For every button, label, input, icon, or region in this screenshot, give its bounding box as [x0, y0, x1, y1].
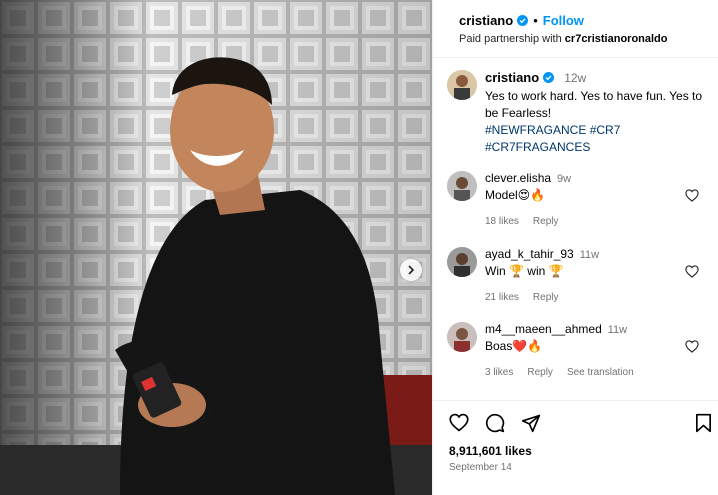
caption-text: Yes to work hard. Yes to have fun. Yes t… — [485, 89, 703, 120]
next-photo-button[interactable] — [400, 259, 422, 281]
reply-button[interactable]: Reply — [527, 367, 553, 378]
comment-time: 11w — [579, 249, 600, 261]
comment-item: ayad_k_tahir_93 11w Win 🏆 win 🏆 21 likes… — [447, 247, 713, 307]
comment-text: Model😍🔥 — [485, 188, 546, 202]
post-header: cristiano • Follow Paid partnership with… — [433, 0, 718, 58]
caption-body: cristiano 12w Yes to work hard. Yes to h… — [485, 70, 715, 156]
comment-header: m4__maeen__ahmed 11w — [485, 322, 695, 336]
caption-hashtags: #NEWFRAGANCE #CR7 #CR7FRAGANCES — [485, 122, 715, 156]
avatar-image — [447, 70, 477, 100]
heart-icon[interactable] — [685, 265, 699, 278]
heart-icon[interactable] — [685, 189, 699, 202]
avatar-image — [447, 247, 477, 277]
comment-likes[interactable]: 3 likes — [485, 367, 513, 378]
comment-time: 9w — [557, 173, 572, 185]
hashtag-newfragance[interactable]: #NEWFRAGANCE — [485, 123, 586, 137]
follow-button[interactable]: Follow — [543, 13, 584, 28]
comment-item: clever.elisha 9w Model😍🔥 18 likes Reply — [447, 171, 713, 231]
paid-partnership-label: Paid partnership with cr7cristianoronald… — [459, 33, 668, 45]
bookmark-icon[interactable] — [695, 413, 712, 433]
comment-username[interactable]: ayad_k_tahir_93 — [485, 247, 574, 261]
comment-text: Win 🏆 win 🏆 — [485, 264, 564, 278]
reply-button[interactable]: Reply — [533, 292, 559, 303]
photo-illustration — [0, 0, 432, 495]
post-image[interactable] — [0, 0, 432, 495]
caption-time: 12w — [564, 70, 587, 85]
like-count[interactable]: 8,911,601 likes — [449, 444, 532, 458]
partnership-prefix: Paid partnership with — [459, 33, 562, 45]
post-details-panel: cristiano • Follow Paid partnership with… — [432, 0, 718, 495]
caption-header: cristiano 12w — [485, 70, 715, 85]
comment-header: clever.elisha 9w — [485, 171, 695, 185]
comment-username[interactable]: m4__maeen__ahmed — [485, 322, 602, 336]
comment-body: m4__maeen__ahmed 11w Boas❤️🔥 3 likes Rep… — [485, 322, 695, 378]
comment-body: clever.elisha 9w Model😍🔥 18 likes Reply — [485, 171, 695, 227]
verified-badge-icon — [517, 15, 529, 26]
comment-icon[interactable] — [485, 413, 505, 433]
post-date: September 14 — [449, 462, 512, 473]
chevron-right-icon — [408, 265, 415, 275]
avatar[interactable] — [447, 70, 477, 100]
comment-item: m4__maeen__ahmed 11w Boas❤️🔥 3 likes Rep… — [447, 322, 713, 382]
comment-time: 11w — [607, 324, 628, 336]
verified-badge-icon — [543, 72, 555, 83]
header-username[interactable]: cristiano — [459, 13, 513, 28]
heart-icon[interactable] — [449, 413, 469, 432]
comment-username[interactable]: clever.elisha — [485, 171, 551, 185]
comment-text: Boas❤️🔥 — [485, 339, 543, 353]
comment-meta: 18 likes Reply — [485, 216, 695, 227]
share-icon[interactable] — [521, 413, 541, 433]
comment-likes[interactable]: 18 likes — [485, 216, 519, 227]
avatar-image — [447, 322, 477, 352]
comment-likes[interactable]: 21 likes — [485, 292, 519, 303]
avatar[interactable] — [447, 171, 477, 201]
partner-link[interactable]: cr7cristianoronaldo — [565, 33, 668, 45]
separator-dot: • — [533, 13, 538, 28]
reply-button[interactable]: Reply — [533, 216, 559, 227]
avatar[interactable] — [447, 322, 477, 352]
caption-username[interactable]: cristiano — [485, 70, 539, 85]
avatar-image — [447, 171, 477, 201]
comment-body: ayad_k_tahir_93 11w Win 🏆 win 🏆 21 likes… — [485, 247, 695, 303]
post-actions: 8,911,601 likes September 14 — [433, 400, 718, 495]
comment-meta: 3 likes Reply See translation — [485, 367, 695, 378]
header-user-row: cristiano • Follow — [459, 13, 584, 28]
hashtag-cr7fragances[interactable]: #CR7FRAGANCES — [485, 140, 590, 154]
see-translation-button[interactable]: See translation — [567, 367, 634, 378]
avatar[interactable] — [447, 247, 477, 277]
heart-icon[interactable] — [685, 340, 699, 353]
comment-header: ayad_k_tahir_93 11w — [485, 247, 695, 261]
hashtag-cr7[interactable]: #CR7 — [590, 123, 621, 137]
comment-meta: 21 likes Reply — [485, 292, 695, 303]
